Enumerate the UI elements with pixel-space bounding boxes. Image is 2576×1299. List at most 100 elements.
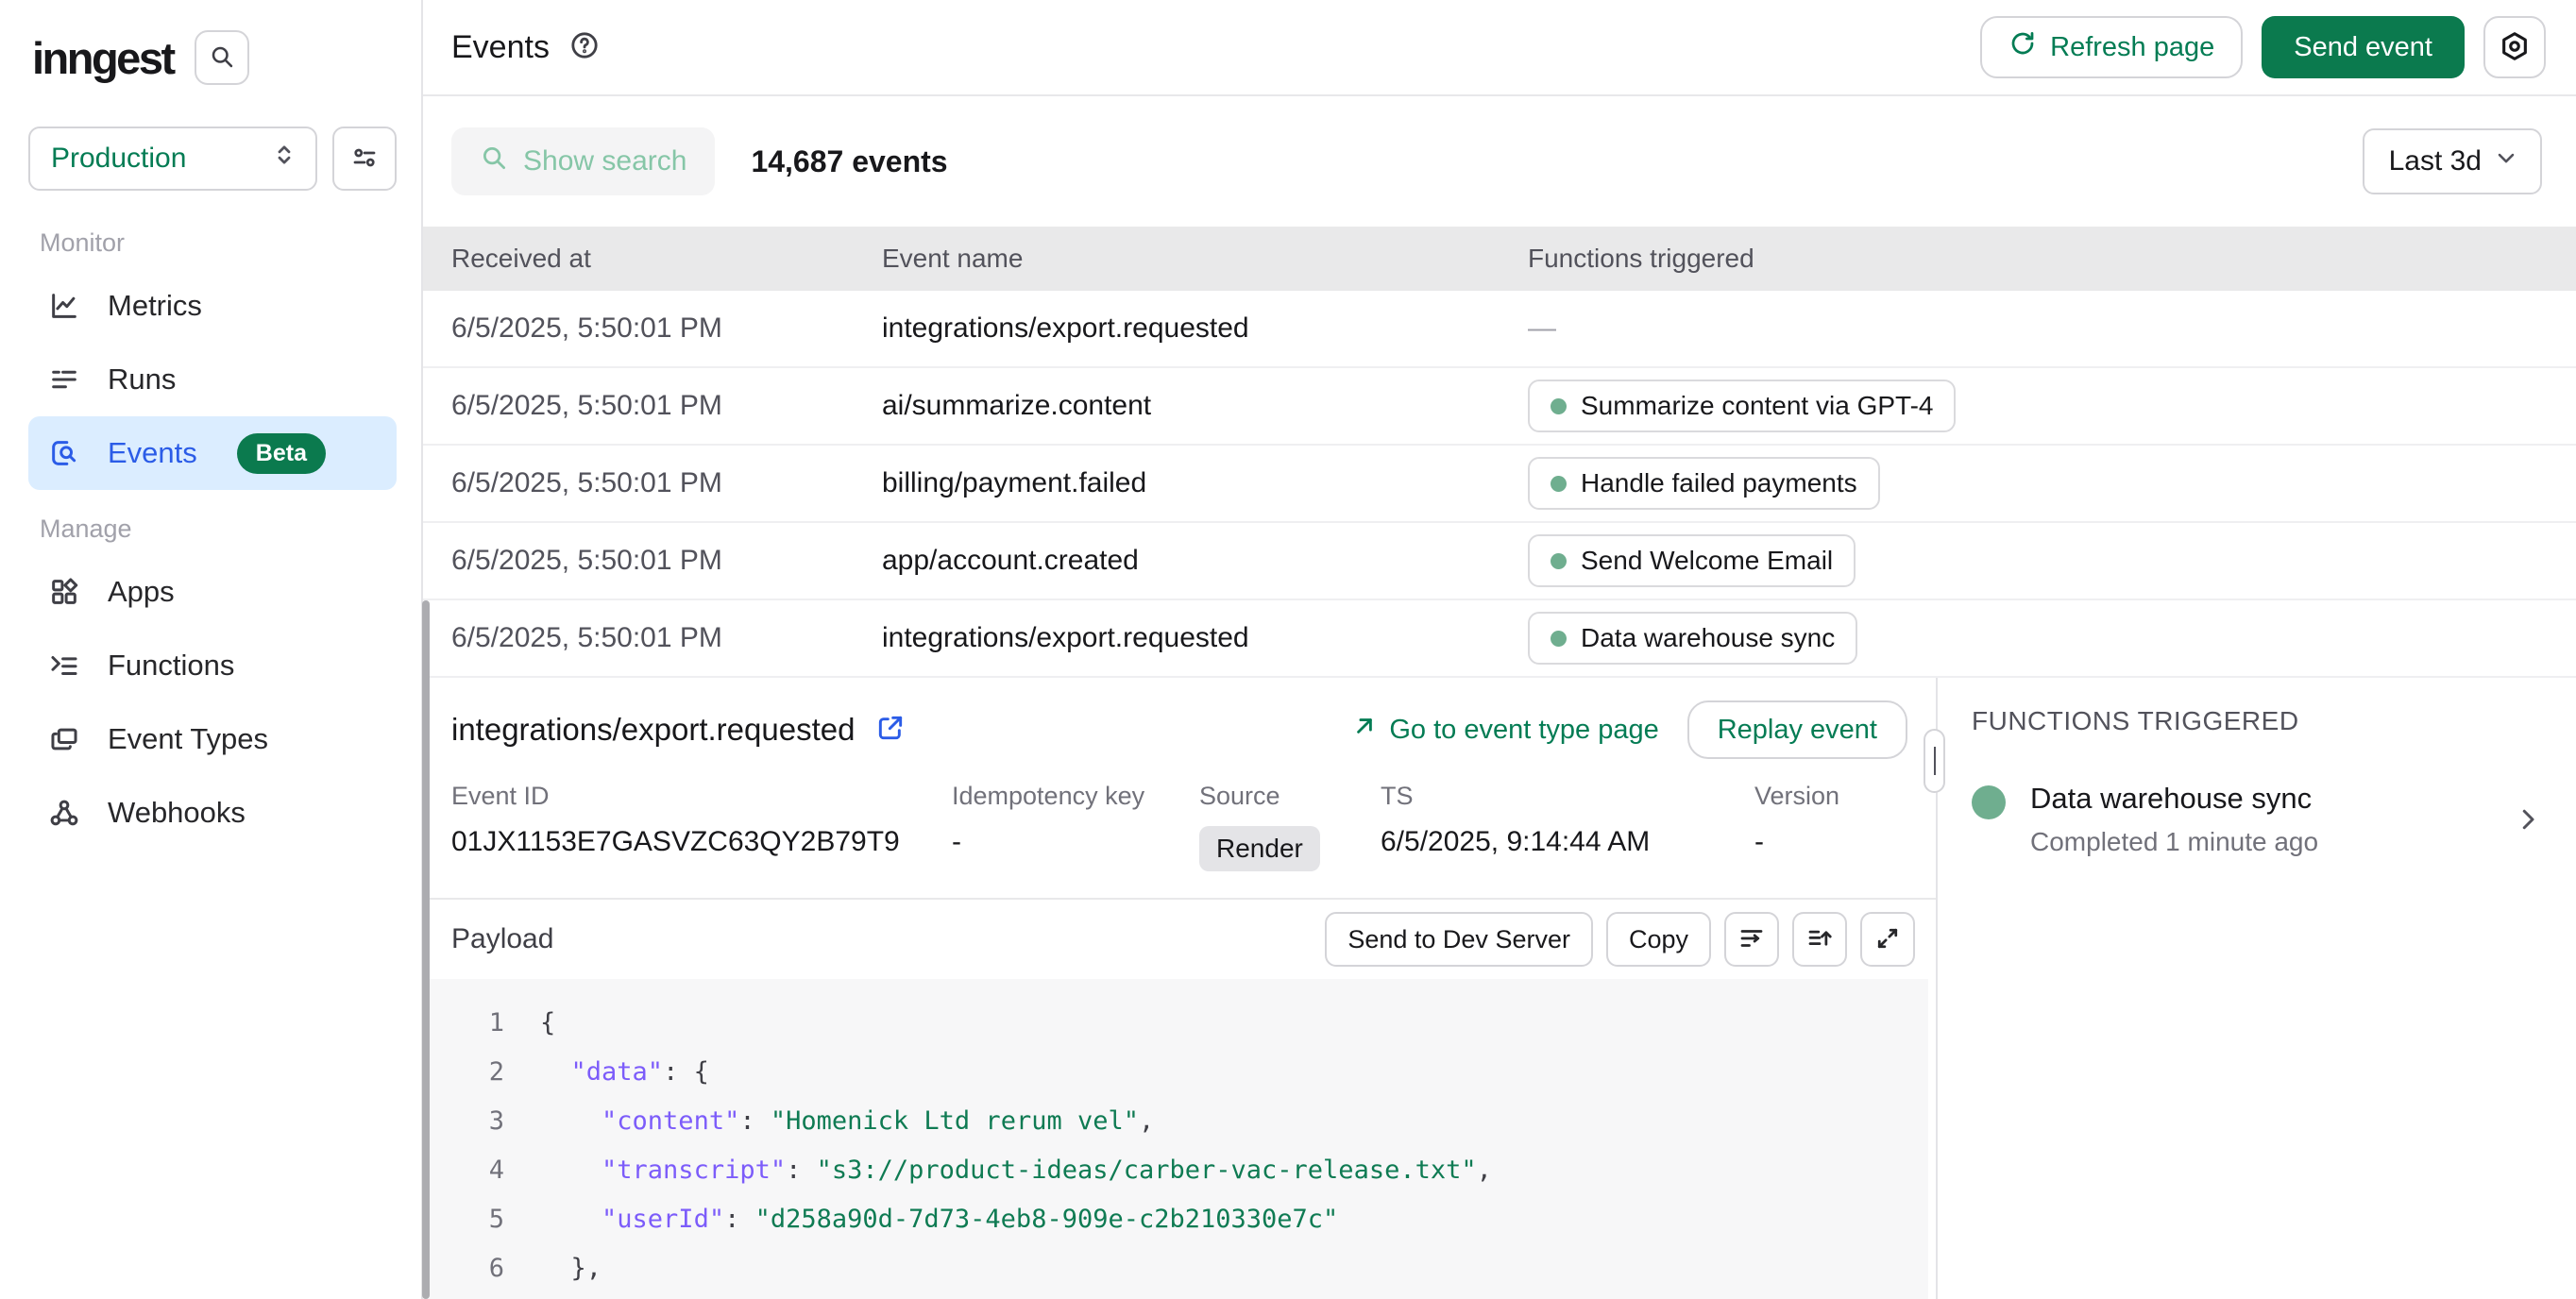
environment-selector[interactable]: Production	[28, 127, 317, 191]
meta-value-ts: 6/5/2025, 9:14:44 AM	[1381, 826, 1754, 858]
table-row[interactable]: 6/5/2025, 5:50:01 PM integrations/export…	[423, 600, 2576, 678]
nav-section-manage: Manage	[40, 515, 397, 544]
function-pill-label: Data warehouse sync	[1581, 623, 1835, 653]
beta-badge: Beta	[237, 433, 326, 474]
topbar: Events Refresh page Send event	[423, 0, 2576, 96]
meta-label-idempotency-key: Idempotency key	[952, 782, 1199, 811]
nav-section-monitor: Monitor	[40, 228, 397, 258]
table-row[interactable]: 6/5/2025, 5:50:01 PM app/account.created…	[423, 523, 2576, 600]
no-functions-placeholder: —	[1528, 312, 1556, 344]
function-pill[interactable]: Data warehouse sync	[1528, 612, 1857, 665]
table-header: Received at Event name Functions trigger…	[423, 227, 2576, 291]
meta-label-version: Version	[1754, 782, 1907, 811]
event-meta: Event ID 01JX1153E7GASVZC63QY2B79T9 Idem…	[423, 768, 1936, 898]
chevron-up-down-icon	[270, 141, 298, 177]
panel-resize-handle[interactable]	[1924, 729, 1945, 793]
triggered-function-item[interactable]: Data warehouse sync Completed 1 minute a…	[1972, 782, 2542, 857]
sidebar-item-webhooks[interactable]: Webhooks	[28, 776, 397, 850]
send-to-dev-server-button[interactable]: Send to Dev Server	[1325, 912, 1593, 967]
metrics-icon	[47, 289, 81, 323]
sidebar-item-label: Event Types	[108, 722, 268, 756]
code-line: 6 },	[423, 1243, 1928, 1292]
event-name-cell: integrations/export.requested	[882, 312, 1528, 345]
expand-button[interactable]	[1860, 912, 1915, 967]
column-header-received-at: Received at	[451, 244, 882, 274]
triggered-function-status: Completed 1 minute ago	[2030, 827, 2318, 857]
sidebar-item-apps[interactable]: Apps	[28, 555, 397, 629]
received-at-cell: 6/5/2025, 5:50:01 PM	[451, 545, 882, 577]
code-line: 2 "data": {	[423, 1047, 1928, 1096]
table-row[interactable]: 6/5/2025, 5:50:01 PM billing/payment.fai…	[423, 446, 2576, 523]
scroll-to-top-button[interactable]	[1792, 912, 1847, 967]
received-at-cell: 6/5/2025, 5:50:01 PM	[451, 467, 882, 499]
table-row[interactable]: 6/5/2025, 5:50:01 PM ai/summarize.conten…	[423, 368, 2576, 446]
replay-event-button[interactable]: Replay event	[1687, 700, 1907, 759]
refresh-page-label: Refresh page	[2050, 32, 2214, 63]
show-search-label: Show search	[523, 145, 686, 177]
help-button[interactable]	[568, 29, 601, 66]
meta-value-event-id: 01JX1153E7GASVZC63QY2B79T9	[451, 826, 952, 858]
function-pill-label: Handle failed payments	[1581, 468, 1857, 498]
source-badge: Render	[1199, 826, 1320, 871]
arrow-up-right-icon	[1351, 713, 1378, 747]
functions-triggered-panel: FUNCTIONS TRIGGERED Data warehouse sync …	[1936, 678, 2576, 1299]
sidebar-item-label: Metrics	[108, 289, 202, 323]
line-number: 4	[423, 1156, 504, 1185]
function-pill[interactable]: Send Welcome Email	[1528, 534, 1856, 587]
open-event-button[interactable]	[875, 713, 906, 748]
functions-triggered-heading: FUNCTIONS TRIGGERED	[1972, 706, 2542, 736]
word-wrap-icon	[1737, 924, 1766, 955]
sidebar-item-runs[interactable]: Runs	[28, 343, 397, 416]
show-search-button[interactable]: Show search	[451, 127, 715, 195]
word-wrap-button[interactable]	[1724, 912, 1779, 967]
environment-settings-button[interactable]	[332, 127, 397, 191]
sidebar-item-label: Functions	[108, 649, 234, 683]
received-at-cell: 6/5/2025, 5:50:01 PM	[451, 622, 882, 654]
table-row[interactable]: 6/5/2025, 5:50:01 PM integrations/export…	[423, 291, 2576, 368]
sidebar-item-label: Events	[108, 436, 197, 470]
chevron-down-icon	[2493, 144, 2519, 178]
payload-code-viewer[interactable]: 1 { 2 "data": { 3 "content": "Homenick L…	[423, 979, 1928, 1299]
line-number: 5	[423, 1205, 504, 1234]
app-root: inngest Production Monitor	[0, 0, 2576, 1299]
function-status-dot-icon	[1972, 785, 2006, 819]
time-range-selector[interactable]: Last 3d	[2363, 128, 2542, 194]
status-dot-icon	[1551, 476, 1567, 492]
status-dot-icon	[1551, 631, 1567, 647]
sidebar-item-functions[interactable]: Functions	[28, 629, 397, 702]
meta-value-version: -	[1754, 826, 1907, 858]
page-title: Events	[451, 29, 550, 66]
copy-button[interactable]: Copy	[1606, 912, 1711, 967]
refresh-page-button[interactable]: Refresh page	[1980, 16, 2243, 78]
apps-icon	[47, 575, 81, 609]
gear-icon	[2499, 30, 2531, 65]
sidebar-item-metrics[interactable]: Metrics	[28, 269, 397, 343]
runs-icon	[47, 363, 81, 396]
event-detail: integrations/export.requested Go to even…	[423, 678, 1936, 1299]
code-line: 1 {	[423, 998, 1928, 1047]
status-dot-icon	[1551, 398, 1567, 414]
external-link-icon	[875, 713, 906, 748]
sidebar-item-event-types[interactable]: Event Types	[28, 702, 397, 776]
go-to-event-type-link[interactable]: Go to event type page	[1351, 713, 1658, 747]
function-pill-label: Summarize content via GPT-4	[1581, 391, 1933, 421]
payload-header: Payload Send to Dev Server Copy	[423, 898, 1936, 979]
column-header-functions-triggered: Functions triggered	[1528, 244, 2576, 274]
help-icon	[568, 29, 601, 66]
sidebar: inngest Production Monitor	[0, 0, 423, 1299]
time-range-value: Last 3d	[2389, 145, 2482, 177]
settings-button[interactable]	[2483, 16, 2546, 78]
vertical-scrollbar[interactable]	[422, 600, 430, 1299]
send-to-dev-server-label: Send to Dev Server	[1347, 925, 1570, 954]
go-to-event-type-label: Go to event type page	[1389, 715, 1658, 746]
function-pill-label: Send Welcome Email	[1581, 546, 1833, 576]
function-pill[interactable]: Handle failed payments	[1528, 457, 1880, 510]
sidebar-item-events[interactable]: Events Beta	[28, 416, 397, 490]
send-event-button[interactable]: Send event	[2262, 16, 2465, 78]
triggered-function-name: Data warehouse sync	[2030, 782, 2318, 816]
global-search-button[interactable]	[195, 30, 249, 85]
code-line: 7 "id": "01JX1153E7GASVZC63QY2B79T9",	[423, 1292, 1928, 1299]
replay-event-label: Replay event	[1718, 715, 1877, 746]
function-pill[interactable]: Summarize content via GPT-4	[1528, 380, 1956, 432]
search-icon	[480, 143, 508, 179]
